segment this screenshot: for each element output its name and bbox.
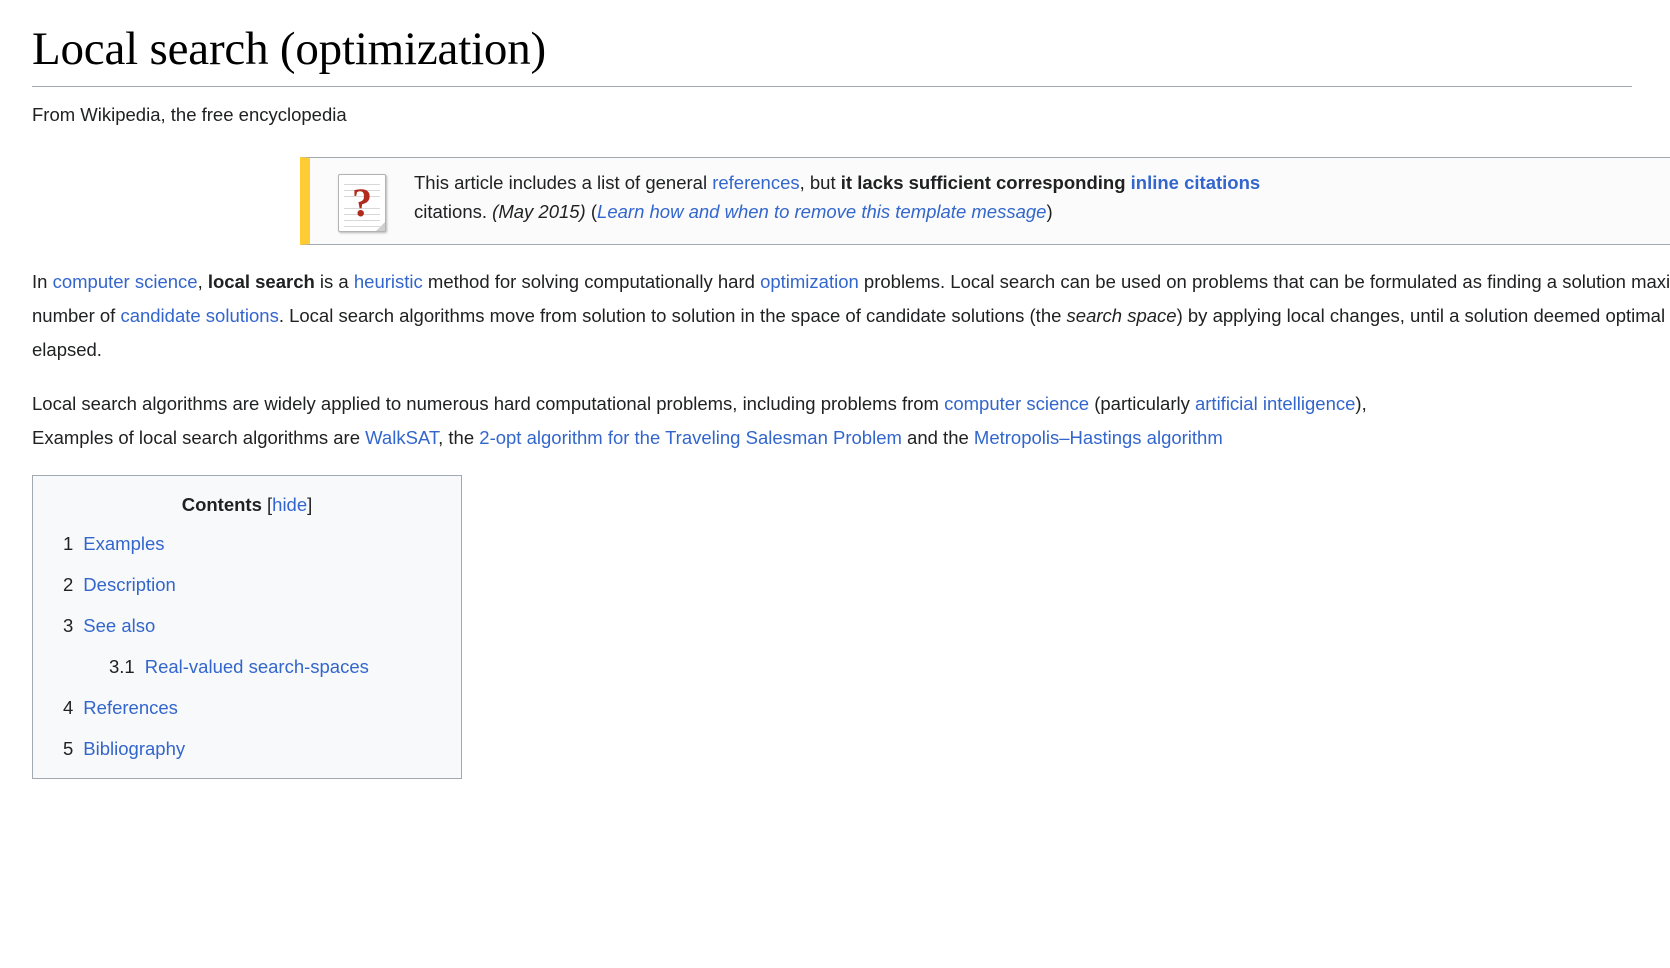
notice-seg-3: citations. xyxy=(414,201,493,223)
document-question-mark-icon: ? xyxy=(338,173,386,232)
article-page: Local search (optimization) From Wikiped… xyxy=(0,0,1670,780)
p2-seg-1: Local search algorithms are widely appli… xyxy=(32,392,945,414)
link-artificial-intelligence[interactable]: artificial intelligence xyxy=(1195,393,1355,414)
p2-seg-5: , the xyxy=(438,426,480,448)
p1-seg-2: , xyxy=(197,270,208,292)
lead-paragraph-1-line-3: elapsed. xyxy=(32,335,1670,365)
link-computer-science-2[interactable]: computer science xyxy=(944,393,1089,414)
toc-label: Examples xyxy=(83,532,165,554)
toc-hide-toggle[interactable]: hide xyxy=(272,494,307,515)
toc-label: Bibliography xyxy=(83,738,186,760)
table-of-contents: Contents [hide] 1 Examples 2 Description… xyxy=(32,474,462,780)
notice-seg-bold: it lacks sufficient corresponding xyxy=(840,171,1131,193)
lead-paragraph-1: In computer science, local search is a h… xyxy=(32,267,1670,297)
toc-label: Real-valued search-spaces xyxy=(144,656,369,678)
toc-item-examples[interactable]: 1 Examples xyxy=(63,532,445,555)
p1-seg-1: In xyxy=(32,270,53,292)
toc-number: 4 xyxy=(63,697,74,719)
notice-paren-open: ( xyxy=(585,201,598,223)
toc-number: 5 xyxy=(63,738,74,760)
p2-seg-2: (particularly xyxy=(1089,392,1195,414)
page-fold-corner xyxy=(376,221,385,231)
link-walksat[interactable]: WalkSAT xyxy=(365,427,438,448)
p2-seg-6: and the xyxy=(901,426,974,448)
toc-number: 3.1 xyxy=(109,656,135,678)
toc-item-bibliography[interactable]: 5 Bibliography xyxy=(63,737,445,760)
link-2-opt-algorithm[interactable]: 2-opt algorithm for the Traveling Salesm… xyxy=(479,427,902,448)
notice-image-cell: ? xyxy=(310,168,414,232)
p1-seg-9: elapsed. xyxy=(32,338,102,360)
toc-item-references[interactable]: 4 References xyxy=(63,696,445,719)
link-metropolis-hastings[interactable]: Metropolis–Hastings algorithm xyxy=(974,427,1223,448)
lead-paragraph-1-line-2: number of candidate solutions. Local sea… xyxy=(32,301,1670,331)
p2-seg-4: Examples of local search algorithms are xyxy=(32,426,366,448)
lead-paragraph-2: Local search algorithms are widely appli… xyxy=(32,389,1670,419)
notice-date: (May 2015) xyxy=(492,201,586,223)
term-local-search: local search xyxy=(207,270,315,292)
p1-seg-6: number of xyxy=(32,304,121,326)
toc-number: 2 xyxy=(63,573,74,595)
toc-item-see-also[interactable]: 3 See also xyxy=(63,614,445,637)
toc-number: 3 xyxy=(63,614,74,636)
p1-seg-8: ) by applying local changes, until a sol… xyxy=(1176,304,1670,326)
title-divider xyxy=(32,86,1632,88)
site-subtitle: From Wikipedia, the free encyclopedia xyxy=(32,104,347,126)
link-computer-science[interactable]: computer science xyxy=(53,271,198,292)
term-search-space: search space xyxy=(1066,304,1177,326)
p1-seg-4: method for solving computationally hard xyxy=(422,270,761,292)
notice-seg-1: This article includes a list of general xyxy=(414,171,713,193)
toc-item-description[interactable]: 2 Description xyxy=(63,573,445,596)
toc-bracket-close: ] xyxy=(307,493,313,515)
toc-number: 1 xyxy=(63,532,74,554)
p1-seg-3: is a xyxy=(314,270,354,292)
toc-label: References xyxy=(83,697,178,719)
lead-paragraph-2-line-2: Examples of local search algorithms are … xyxy=(32,423,1670,453)
link-optimization[interactable]: optimization xyxy=(760,271,859,292)
toc-label: Description xyxy=(83,573,176,595)
p1-seg-5: problems. Local search can be used on pr… xyxy=(863,270,1670,292)
notice-link-learn-more[interactable]: Learn how and when to remove this templa… xyxy=(597,201,1046,222)
notice-seg-2: , but xyxy=(799,171,841,193)
notice-text-line-2: citations. (May 2015) (Learn how and whe… xyxy=(414,197,1260,226)
notice-paren-close: ) xyxy=(1046,201,1053,223)
notice-text: This article includes a list of general … xyxy=(414,168,1268,226)
link-candidate-solutions[interactable]: candidate solutions xyxy=(120,305,278,326)
p2-seg-3: ), xyxy=(1355,392,1367,414)
toc-title: Contents [hide] xyxy=(49,494,445,516)
citation-needed-notice: ? This article includes a list of genera… xyxy=(300,156,1670,245)
question-mark-glyph: ? xyxy=(352,179,372,225)
article-notice-wrapper: ? This article includes a list of genera… xyxy=(300,156,1670,245)
toc-label: See also xyxy=(83,614,156,636)
notice-link-inline-citations[interactable]: inline citations xyxy=(1131,172,1261,193)
p1-seg-7: . Local search algorithms move from solu… xyxy=(278,304,1067,326)
notice-link-references[interactable]: references xyxy=(712,172,799,193)
toc-item-real-valued-search-spaces[interactable]: 3.1 Real-valued search-spaces xyxy=(109,655,445,678)
toc-heading: Contents xyxy=(181,493,262,515)
link-heuristic[interactable]: heuristic xyxy=(354,271,423,292)
page-title: Local search (optimization) xyxy=(32,23,546,75)
notice-text-line-1: This article includes a list of general … xyxy=(414,168,1260,197)
